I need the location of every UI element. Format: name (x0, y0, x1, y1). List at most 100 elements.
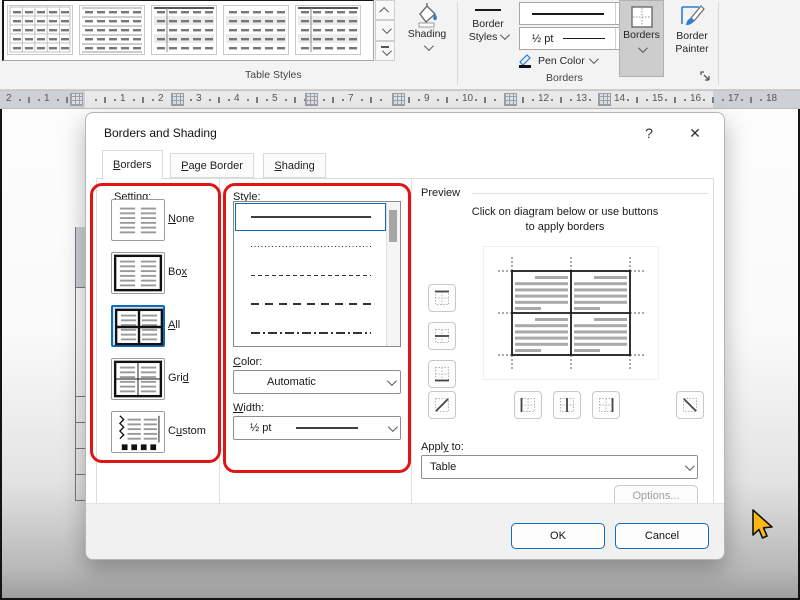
ruler-table-column-marker[interactable] (70, 93, 83, 106)
header-banded-style-thumbnail[interactable] (151, 5, 217, 55)
gallery-scroll-down-button[interactable] (375, 20, 395, 40)
color-combobox[interactable]: Automatic (233, 370, 401, 394)
none-border-preset-icon[interactable] (111, 199, 165, 241)
borders-button[interactable]: Borders (619, 0, 664, 77)
inside-vertical-border-button[interactable] (553, 391, 581, 419)
ruler-table-column-marker[interactable] (392, 93, 405, 106)
scrollbar-thumb[interactable] (389, 210, 397, 242)
tab-page-border[interactable]: Page Border (170, 153, 254, 178)
ok-button[interactable]: OK (511, 523, 605, 549)
line-style-option[interactable] (235, 203, 386, 231)
bottom-border-button[interactable] (428, 360, 456, 388)
tab-borders[interactable]: Borders (102, 150, 163, 179)
preview-instruction: Click on diagram below or use buttons to… (424, 205, 706, 235)
gallery-scroll-up-button[interactable] (375, 0, 395, 20)
table-styles-gallery[interactable] (2, 0, 374, 61)
top-border-button[interactable] (428, 284, 456, 312)
ruler-tick (133, 99, 135, 101)
apply-to-combobox[interactable]: Table (421, 455, 698, 479)
ruler-table-column-marker[interactable] (598, 93, 611, 106)
color-dropdown-arrow[interactable] (382, 379, 400, 386)
setting-item-label: All (168, 319, 180, 331)
top-border-icon (434, 290, 450, 306)
ruler-number: 1 (44, 93, 50, 104)
ruler-tick (684, 99, 686, 101)
ruler-number: 15 (652, 93, 663, 104)
ruler-tick (323, 99, 325, 101)
diagonal-down-border-icon (682, 397, 698, 413)
line-style-option[interactable] (235, 290, 386, 318)
width-combobox[interactable]: ½ pt (233, 416, 401, 440)
border-painter-brush-icon (679, 4, 705, 30)
word-window: Shading Border Styles ½ pt Pen Color (0, 0, 800, 600)
custom-border-preset-icon[interactable] (111, 411, 165, 453)
ribbon: Shading Border Styles ½ pt Pen Color (0, 0, 800, 90)
inside-horizontal-border-button[interactable] (428, 322, 456, 350)
box-border-preset-icon[interactable] (111, 252, 165, 294)
left-border-icon (520, 397, 536, 413)
ruler-tick (332, 97, 334, 103)
all-borders-preset-icon[interactable] (111, 305, 165, 347)
borders-group-label: Borders (546, 72, 583, 84)
dialog-footer: OK Cancel (86, 503, 724, 559)
pen-color-label: Pen Color (538, 55, 585, 67)
diagonal-down-border-button[interactable] (676, 391, 704, 419)
border-painter-button[interactable]: Border Painter (666, 0, 718, 81)
group-separator (718, 2, 719, 85)
plain-lines-style-thumbnail[interactable] (79, 5, 145, 55)
width-dropdown-arrow[interactable] (382, 425, 400, 432)
banded-rows-style-thumbnail[interactable] (223, 5, 289, 55)
ruler-tick (532, 99, 534, 101)
table-grid-style-thumbnail[interactable] (7, 5, 73, 55)
ruler-table-column-marker[interactable] (305, 93, 318, 106)
paint-bucket-icon (414, 2, 440, 28)
pen-color-button[interactable]: Pen Color (517, 53, 596, 68)
grid-border-preset-icon[interactable] (111, 358, 165, 400)
style-list-scrollbar[interactable] (386, 202, 400, 346)
border-styles-button[interactable]: Border Styles (460, 2, 516, 64)
line-style-combobox[interactable] (519, 2, 633, 25)
ruler-table-column-marker[interactable] (171, 93, 184, 106)
header-banded-style-thumbnail[interactable] (295, 5, 361, 55)
chevron-down-icon (500, 30, 510, 40)
shading-label: Shading (408, 28, 447, 41)
style-listbox[interactable] (233, 201, 401, 347)
line-style-option[interactable] (235, 261, 386, 289)
column-separator (219, 179, 220, 507)
close-button[interactable]: ✕ (680, 121, 710, 145)
setting-item-label: Custom (168, 425, 206, 437)
right-border-button[interactable] (592, 391, 620, 419)
color-value: Automatic (267, 376, 316, 388)
left-border-button[interactable] (514, 391, 542, 419)
chevron-down-icon (589, 54, 599, 64)
help-button[interactable]: ? (634, 121, 664, 145)
line-weight-combobox[interactable]: ½ pt (519, 27, 633, 50)
width-value: ½ pt (250, 422, 271, 434)
preview-label: Preview (421, 187, 460, 199)
apply-to-dropdown-arrow[interactable] (679, 464, 697, 471)
cancel-button[interactable]: Cancel (615, 523, 709, 549)
shading-button[interactable]: Shading (398, 2, 456, 64)
inside-horizontal-border-icon (434, 328, 450, 344)
ruler-number: 4 (234, 93, 240, 104)
ruler-tick (456, 99, 458, 101)
ruler-tick (28, 97, 30, 103)
ruler-table-column-marker[interactable] (504, 93, 517, 106)
line-style-option[interactable] (235, 232, 386, 260)
ruler-tick (152, 99, 154, 101)
apply-to-label: Apply to: (421, 441, 464, 453)
borders-dialog-launcher[interactable] (699, 70, 712, 83)
diagonal-up-border-button[interactable] (428, 391, 456, 419)
tab-shading[interactable]: Shading (263, 153, 325, 178)
chevron-down-icon (684, 461, 694, 471)
preview-diagram[interactable] (484, 247, 658, 379)
dotted-line-sample (251, 246, 371, 247)
ruler-tick (627, 99, 629, 101)
horizontal-ruler[interactable]: 21123456791012131415161718 (0, 90, 800, 109)
gallery-scrollbar (375, 0, 395, 61)
gallery-more-button[interactable] (375, 41, 395, 61)
ruler-number: 13 (576, 93, 587, 104)
width-line-sample (296, 427, 358, 429)
line-style-option[interactable] (235, 319, 386, 347)
dash-dot-line-sample (251, 332, 371, 334)
